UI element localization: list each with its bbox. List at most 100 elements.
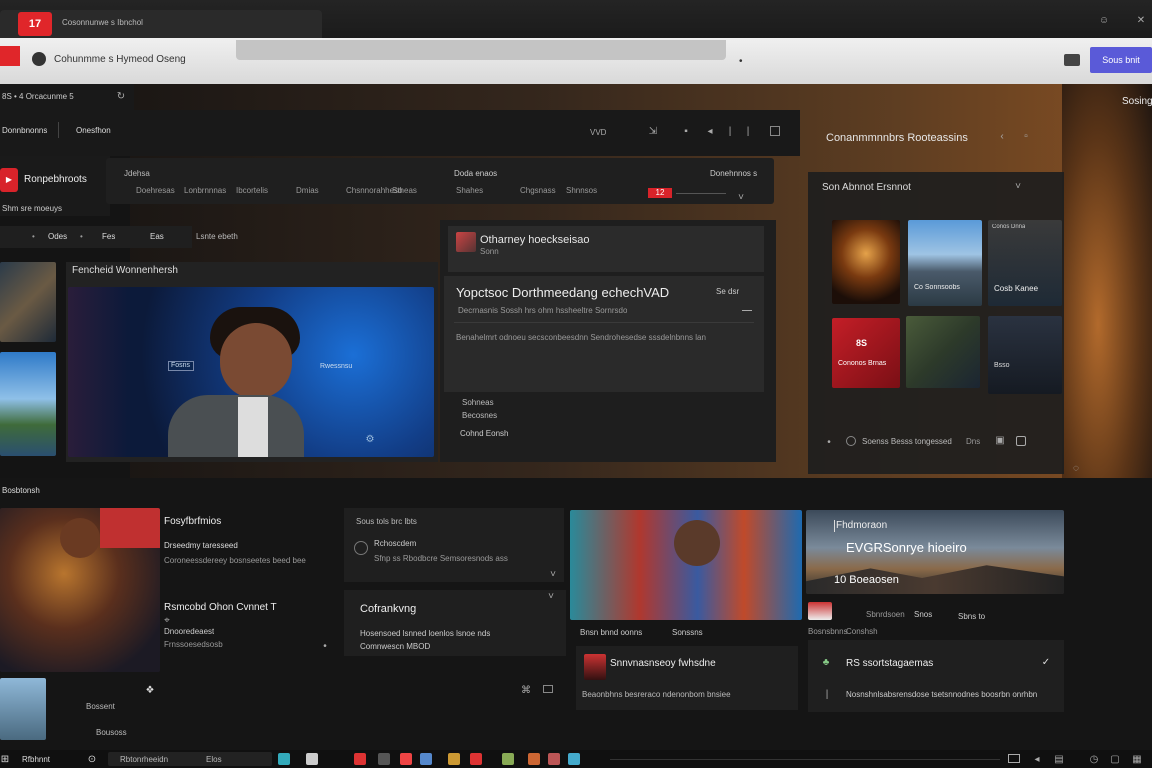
detail-header-title[interactable]: Otharney hoeckseisao bbox=[480, 234, 589, 246]
cast-icon[interactable]: ⇲ bbox=[646, 125, 660, 139]
side-cell-dark[interactable]: Conos Dnna Cosb Kanee bbox=[988, 220, 1062, 306]
feed-left-title[interactable]: Fosyfbrfmios bbox=[164, 516, 221, 527]
monitor-icon[interactable] bbox=[1008, 754, 1020, 763]
feed-thumb-crowd[interactable] bbox=[0, 508, 160, 672]
minus-icon[interactable] bbox=[742, 310, 752, 311]
right-row-item[interactable]: Sbnrdsoen bbox=[866, 610, 905, 619]
right-row-item[interactable]: Bosnsbnns bbox=[808, 627, 848, 636]
nav-tab-2[interactable]: Onesfhon bbox=[76, 126, 111, 135]
app-icon-3[interactable] bbox=[354, 753, 366, 765]
circle-icon[interactable]: ◌ bbox=[1070, 462, 1082, 476]
volume-icon[interactable]: ◂ bbox=[1032, 753, 1042, 767]
start-icon[interactable]: ⊞ bbox=[0, 753, 10, 767]
sparkle-icon: ❖ bbox=[145, 685, 155, 696]
app-icon-8[interactable] bbox=[470, 753, 482, 765]
checkbox-icon[interactable]: ▣ bbox=[994, 434, 1006, 448]
address-input[interactable] bbox=[236, 40, 726, 60]
refresh-icon[interactable]: ↻ bbox=[114, 90, 128, 104]
thumbnail-lake[interactable] bbox=[0, 352, 56, 456]
chevron-down-icon[interactable]: ˅ bbox=[1012, 180, 1024, 194]
play-icon[interactable] bbox=[846, 436, 856, 446]
toolbar-item[interactable]: • bbox=[32, 232, 35, 241]
chevron-down-icon[interactable]: ˅ bbox=[546, 590, 556, 604]
search-icon[interactable]: ⊙ bbox=[86, 753, 98, 767]
side-cell-lights[interactable] bbox=[832, 220, 900, 304]
right-row-item[interactable]: Snos bbox=[914, 610, 932, 619]
channel-name[interactable]: Ronpebhroots bbox=[24, 174, 87, 185]
clock-icon[interactable]: ◷ bbox=[1088, 753, 1100, 767]
account-icon[interactable]: ☺ bbox=[1096, 14, 1112, 28]
taskbar-mid-label[interactable]: Elos bbox=[206, 755, 222, 764]
feed-row-2-title[interactable]: Rsmcobd Ohon Cvnnet T bbox=[164, 602, 277, 613]
app-icon-11[interactable] bbox=[548, 753, 560, 765]
right-row-item[interactable]: Conshsh bbox=[846, 627, 878, 636]
app-icon-4[interactable] bbox=[378, 753, 390, 765]
video-player[interactable]: Fosns Rwessnsu ⚙ bbox=[68, 287, 434, 457]
address-text[interactable]: Cohunmme s Hymeod Oseng bbox=[54, 54, 186, 65]
extension-icon[interactable] bbox=[1064, 54, 1080, 66]
window-icon[interactable] bbox=[770, 126, 780, 136]
filter-chip[interactable]: Stheas bbox=[392, 186, 417, 195]
side-cell-forest[interactable] bbox=[906, 316, 980, 388]
app-icon-5[interactable] bbox=[400, 753, 412, 765]
app-icon-6[interactable] bbox=[420, 753, 432, 765]
detail-title-right[interactable]: Se dsr bbox=[716, 287, 739, 296]
filter-badge[interactable]: 12 bbox=[648, 188, 672, 198]
filter-chip[interactable]: Lonbrnnnas bbox=[184, 186, 226, 195]
filter-chip[interactable]: Doehresas bbox=[136, 186, 175, 195]
chevron-down-icon[interactable]: ˅ bbox=[734, 191, 748, 205]
tray-icon[interactable]: ▦ bbox=[1132, 753, 1142, 767]
app-icon-12[interactable] bbox=[568, 753, 580, 765]
chevron-down-icon[interactable]: ˅ bbox=[548, 568, 558, 582]
feed-thumb-small[interactable] bbox=[0, 678, 46, 740]
filter-chip[interactable]: Shnnsos bbox=[566, 186, 597, 195]
chevron-left-icon[interactable]: ‹ bbox=[996, 130, 1008, 144]
feed-thumb-festival[interactable] bbox=[570, 510, 802, 620]
avatar[interactable] bbox=[456, 232, 476, 252]
close-icon[interactable]: ✕ bbox=[1134, 14, 1148, 28]
toolbar-item[interactable]: Fes bbox=[102, 232, 115, 241]
filter-right-label[interactable]: Donehnnos s bbox=[710, 169, 757, 178]
detail-foot-2[interactable]: Becosnes bbox=[462, 411, 497, 420]
app-icon-2[interactable] bbox=[306, 753, 318, 765]
check-icon[interactable]: ✓ bbox=[1040, 656, 1052, 670]
window-icon-2[interactable]: ▫ bbox=[1020, 130, 1032, 144]
side-cell-tower[interactable]: Bsso bbox=[988, 316, 1062, 394]
toolbar-item[interactable]: • bbox=[80, 232, 83, 241]
filter-chip[interactable]: Ibcortelis bbox=[236, 186, 268, 195]
right-mini-thumb[interactable] bbox=[808, 602, 832, 620]
tab-title[interactable]: Cosonnunwe s Ibnchol bbox=[62, 18, 143, 27]
thumbnail-crowd[interactable] bbox=[0, 262, 56, 342]
toolbar-item[interactable]: Odes bbox=[48, 232, 67, 241]
network-icon[interactable]: ▤ bbox=[1054, 753, 1064, 767]
caption-icon[interactable] bbox=[543, 685, 553, 693]
link-icon[interactable]: ⌘ bbox=[520, 684, 532, 698]
avatar[interactable] bbox=[584, 654, 606, 680]
tab-badge[interactable]: 17 bbox=[18, 12, 52, 36]
nav-tab-1[interactable]: Donnbnonns bbox=[2, 126, 47, 135]
settings-icon[interactable] bbox=[1016, 436, 1026, 446]
filter-chip[interactable]: Chgsnass bbox=[520, 186, 556, 195]
gear-icon[interactable]: ⚙ bbox=[364, 433, 376, 447]
feed-card-4[interactable] bbox=[576, 646, 798, 710]
app-icon-1[interactable] bbox=[278, 753, 290, 765]
signin-button[interactable]: Sous bnit bbox=[1090, 47, 1152, 73]
right-row-item[interactable]: Sbns to bbox=[958, 612, 985, 621]
toolbar-item[interactable]: Eas bbox=[150, 232, 164, 241]
app-icon-10[interactable] bbox=[528, 753, 540, 765]
filter-chip[interactable]: Shahes bbox=[456, 186, 483, 195]
filter-chip[interactable]: Dmias bbox=[296, 186, 319, 195]
back-icon[interactable]: ◂ bbox=[704, 125, 716, 139]
taskbar-search-text[interactable]: Rbtonrheeidn bbox=[120, 755, 168, 764]
feed-card-5[interactable] bbox=[808, 640, 1064, 712]
detail-foot-1[interactable]: Sohneas bbox=[462, 398, 494, 407]
detail-foot-3[interactable]: Cohnd Eonsh bbox=[460, 429, 508, 438]
notification-icon[interactable]: ▢ bbox=[1110, 753, 1120, 767]
side-cell-red[interactable]: 8S Cononos Brnas bbox=[832, 318, 900, 388]
toolbar-right[interactable]: Lsnte ebeth bbox=[196, 232, 238, 241]
side-cell-city[interactable]: Co Sonnsoobs bbox=[908, 220, 982, 306]
app-icon-7[interactable] bbox=[448, 753, 460, 765]
taskbar-start-label[interactable]: Rfbhnnt bbox=[22, 755, 50, 764]
app-icon-9[interactable] bbox=[502, 753, 514, 765]
avatar[interactable] bbox=[354, 541, 368, 555]
